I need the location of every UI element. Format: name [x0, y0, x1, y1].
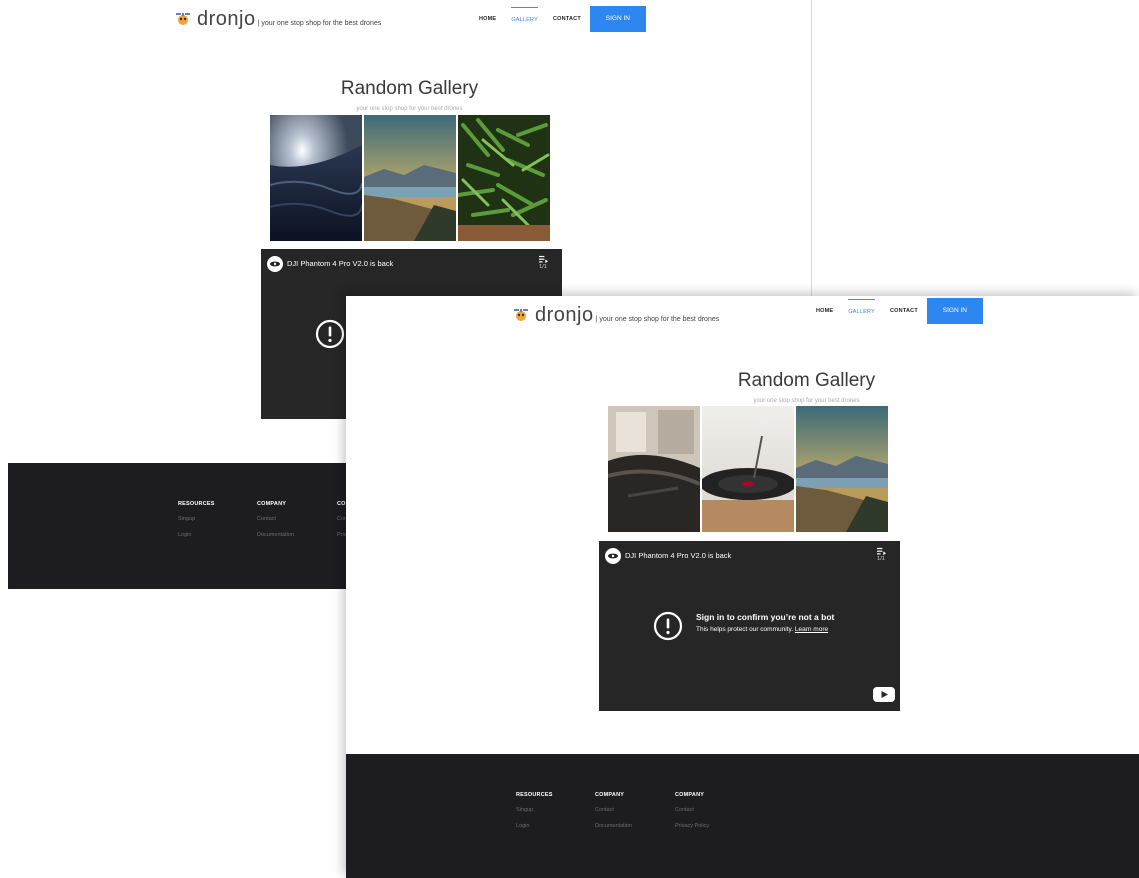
- playlist-count: 1/1: [539, 264, 547, 270]
- footer-link-signup[interactable]: Singup: [516, 807, 553, 813]
- footer-heading: COMPANY: [595, 792, 625, 798]
- footer-link-signup[interactable]: Singup: [178, 516, 215, 522]
- footer-link-login[interactable]: Login: [516, 823, 553, 829]
- page-title: Random Gallery: [340, 78, 479, 99]
- nav-menu: HOME GALLERY CONTACT SIGN IN: [816, 298, 983, 324]
- footer-heading: RESOURCES: [516, 792, 553, 798]
- footer-heading: RESOURCES: [178, 501, 215, 507]
- mountain-lake-sunset-photo[interactable]: [796, 406, 888, 532]
- photo-gallery: [270, 115, 552, 241]
- footer-link-documentation[interactable]: Documentation: [257, 532, 294, 538]
- footer-column-resources: RESOURCES Singup Login: [178, 501, 215, 538]
- nav-contact[interactable]: CONTACT: [553, 7, 581, 31]
- footer-column-company: COMPANY Contact Documentation: [257, 501, 294, 538]
- learn-more-link[interactable]: Learn more: [795, 626, 828, 633]
- nav-gallery[interactable]: GALLERY: [848, 298, 875, 324]
- nav-home[interactable]: HOME: [479, 7, 496, 31]
- nav-gallery[interactable]: GALLERY: [511, 6, 538, 32]
- sign-in-button[interactable]: SIGN IN: [926, 298, 983, 324]
- page-title: Random Gallery: [737, 370, 876, 391]
- page-subtitle: your one stop shop for your best drones: [753, 398, 860, 404]
- brand-name: dronjo: [535, 304, 594, 326]
- sign-in-button[interactable]: SIGN IN: [589, 6, 646, 32]
- alert-message: This helps protect our community. Learn …: [696, 626, 834, 633]
- playlist-button[interactable]: 1/1: [536, 255, 550, 270]
- footer: RESOURCES Singup Login COMPANY Contact D…: [346, 754, 1139, 878]
- bot-check-message: Sign in to confirm you’re not a bot This…: [696, 612, 834, 633]
- brand-tagline: | your one stop shop for the best drones: [257, 20, 382, 27]
- footer-link-contact[interactable]: Contact: [257, 516, 294, 522]
- nav-menu: HOME GALLERY CONTACT SIGN IN: [479, 6, 646, 32]
- alert-icon: [315, 319, 345, 349]
- footer-link-login[interactable]: Login: [178, 532, 215, 538]
- video-title[interactable]: DJI Phantom 4 Pro V2.0 is back: [287, 259, 393, 268]
- navbar: dronjo | your one stop shop for the best…: [346, 296, 1139, 330]
- ocean-wave-photo[interactable]: [270, 115, 362, 241]
- footer-heading: COMPANY: [257, 501, 287, 507]
- site-logo[interactable]: dronjo | your one stop shop for the best…: [175, 9, 381, 29]
- page-subtitle: your one stop shop for your best drones: [356, 106, 463, 112]
- nav-home[interactable]: HOME: [816, 299, 833, 323]
- front-screenshot: dronjo | your one stop shop for the best…: [346, 296, 1139, 878]
- site-logo[interactable]: dronjo | your one stop shop for the best…: [513, 305, 719, 325]
- alert-title: Sign in to confirm you’re not a bot: [696, 612, 835, 622]
- drone-mascot-icon: [175, 11, 191, 27]
- footer-link-contact[interactable]: Contact: [595, 807, 632, 813]
- alert-message-text: This helps protect our community.: [696, 626, 794, 633]
- dji-logo-icon[interactable]: [605, 548, 621, 564]
- nav-contact[interactable]: CONTACT: [890, 299, 918, 323]
- footer-column-company: COMPANY Contact Documentation: [595, 792, 632, 829]
- brand-tagline: | your one stop shop for the best drones: [595, 316, 720, 323]
- youtube-icon[interactable]: [873, 687, 895, 702]
- drone-mascot-icon: [513, 307, 529, 323]
- video-embed[interactable]: DJI Phantom 4 Pro V2.0 is back 1/1 Sign …: [599, 541, 900, 711]
- playlist-button[interactable]: 1/1: [874, 547, 888, 562]
- footer-heading: COMPANY: [675, 792, 705, 798]
- mountain-lake-sunset-photo[interactable]: [364, 115, 456, 241]
- photo-gallery: [608, 406, 890, 532]
- playlist-count: 1/1: [877, 556, 885, 562]
- car-interior-photo[interactable]: [608, 406, 700, 532]
- dji-logo-icon[interactable]: [267, 256, 283, 272]
- alert-icon: [653, 611, 683, 641]
- navbar: dronjo | your one stop shop for the best…: [8, 0, 811, 34]
- footer-link-documentation[interactable]: Documentation: [595, 823, 632, 829]
- playlist-icon: [876, 547, 886, 556]
- brand-name: dronjo: [197, 8, 256, 30]
- record-player-photo[interactable]: [702, 406, 794, 532]
- video-title[interactable]: DJI Phantom 4 Pro V2.0 is back: [625, 551, 731, 560]
- footer-link-contact[interactable]: Contact: [675, 807, 709, 813]
- footer-link-privacy-policy[interactable]: Privacy Policy: [675, 823, 709, 829]
- playlist-icon: [538, 255, 548, 264]
- footer-column-resources: RESOURCES Singup Login: [516, 792, 553, 829]
- green-leaves-photo[interactable]: [458, 115, 550, 241]
- footer-column-company: COMPANY Contact Privacy Policy: [675, 792, 709, 829]
